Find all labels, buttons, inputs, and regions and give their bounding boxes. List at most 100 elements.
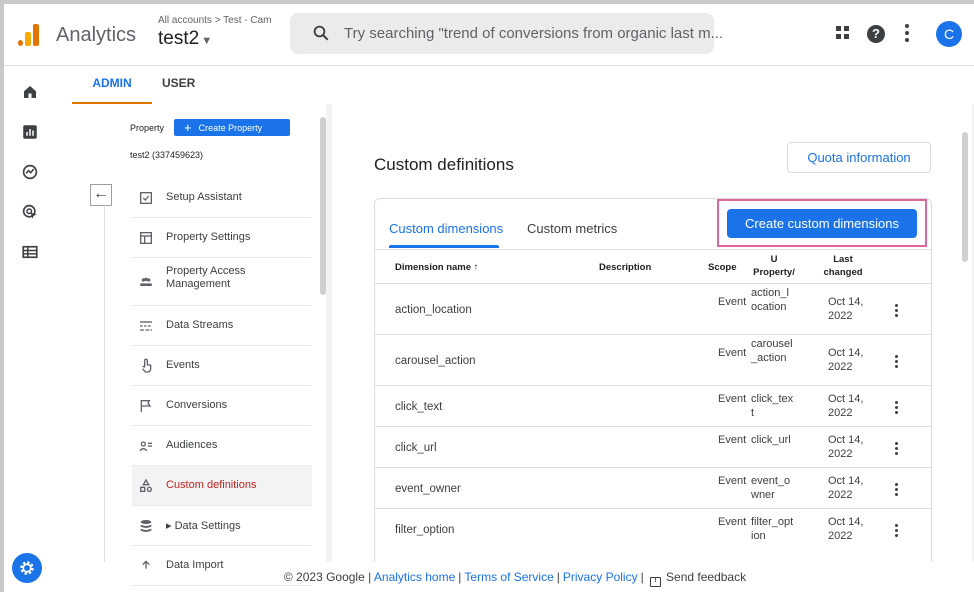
app-name: Analytics — [56, 24, 137, 46]
tab-custom-metrics[interactable]: Custom metrics — [527, 221, 617, 236]
nav-item-label: Audiences — [166, 439, 218, 451]
nav-item-events[interactable]: Events — [132, 346, 312, 386]
database-icon — [140, 520, 152, 532]
column-header-last-changed-line2: changed — [823, 267, 863, 278]
table-row[interactable]: click_url Event click_url Oct 14, 2022 — [375, 427, 931, 468]
apps-grid-icon[interactable] — [836, 26, 850, 40]
caret-down-icon: ▼ — [201, 35, 213, 47]
advertising-icon[interactable] — [21, 203, 39, 221]
dimension-parameter: filter_option — [751, 516, 794, 542]
dimension-last-changed: Oct 14, 2022 — [828, 296, 864, 322]
explore-icon[interactable] — [21, 163, 39, 181]
top-bar: Analytics All accounts > Test - Cam test… — [4, 4, 974, 66]
nav-item-setup-assistant[interactable]: Setup Assistant — [132, 178, 312, 218]
breadcrumb[interactable]: All accounts > Test - Cam — [158, 15, 271, 26]
row-more-icon[interactable] — [893, 355, 899, 370]
dimension-scope: Event — [718, 475, 747, 487]
left-rail — [4, 66, 56, 592]
send-feedback-link[interactable]: ! Send feedback — [650, 570, 747, 587]
footer-copyright: © 2023 Google | — [283, 570, 372, 584]
definitions-card: Custom dimensions Custom metrics Create … — [374, 198, 932, 562]
search-placeholder: Try searching "trend of conversions from… — [344, 25, 724, 42]
nav-item-custom-definitions[interactable]: Custom definitions — [132, 466, 312, 506]
create-custom-dimensions-button[interactable]: Create custom dimensions — [727, 209, 917, 238]
gear-icon — [20, 561, 34, 575]
configure-icon[interactable] — [21, 243, 39, 261]
property-label: Property — [130, 123, 165, 133]
dimension-name: click_url — [395, 442, 437, 454]
audiences-icon — [139, 441, 152, 452]
nav-item-data-settings[interactable]: ▸ Data Settings — [132, 506, 312, 546]
create-property-button[interactable]: + Create Property — [174, 119, 290, 136]
table-row[interactable]: action_location Event action_location Oc… — [375, 284, 931, 335]
table-row[interactable]: carousel_action Event carousel_action Oc… — [375, 335, 931, 386]
row-more-icon[interactable] — [893, 524, 899, 539]
dimension-name: click_text — [395, 401, 443, 413]
property-nav-panel: Property + Create Property test2 (3374596… — [72, 104, 326, 586]
dimension-last-changed: Oct 14, 2022 — [828, 393, 864, 419]
dimension-name: event_owner — [395, 483, 461, 495]
nav-item-audiences[interactable]: Audiences — [132, 426, 312, 466]
table-row[interactable]: click_text Event click_text Oct 14, 2022 — [375, 386, 931, 427]
dimension-name: action_location — [395, 304, 472, 316]
row-more-icon[interactable] — [893, 483, 899, 498]
admin-tabs: ADMIN USER — [72, 66, 974, 104]
nav-scrollbar[interactable] — [320, 117, 326, 295]
avatar[interactable]: C — [936, 21, 962, 47]
touch-icon — [142, 358, 152, 373]
create-property-label: Create Property — [198, 123, 263, 133]
tab-custom-dimensions[interactable]: Custom dimensions — [389, 221, 503, 236]
analytics-app: Analytics All accounts > Test - Cam test… — [4, 4, 974, 592]
account-name: test2 — [158, 28, 200, 49]
nav-item-property-settings[interactable]: Property Settings — [132, 218, 312, 258]
send-feedback-label: Send feedback — [666, 570, 747, 584]
column-header-name[interactable]: Dimension name ↑ — [395, 262, 478, 273]
account-selector[interactable]: test2 ▼ — [158, 28, 212, 50]
search-bar[interactable]: Try searching "trend of conversions from… — [290, 13, 723, 54]
nav-item-property-access-management[interactable]: Property Access Management — [132, 258, 312, 306]
nav-item-label: Data Streams — [166, 319, 234, 331]
column-header-last-changed[interactable]: Last changed — [821, 253, 865, 279]
column-header-description[interactable]: Description — [599, 262, 651, 273]
column-header-name-label: Dimension name — [395, 262, 472, 273]
property-id: test2 (337459623) — [130, 150, 204, 160]
home-icon[interactable] — [21, 83, 39, 101]
nav-item-label: Setup Assistant — [166, 191, 242, 203]
footer-link-analytics-home[interactable]: Analytics home — [374, 570, 455, 584]
nav-item-label: Conversions — [166, 399, 228, 411]
table-header: Dimension name ↑ Description Scope U Prop… — [375, 249, 931, 284]
row-more-icon[interactable] — [893, 304, 899, 319]
footer-link-terms[interactable]: Terms of Service — [464, 570, 553, 584]
table-row[interactable]: event_owner Event event_owner Oct 14, 20… — [375, 468, 931, 509]
column-header-parameter[interactable]: U Property/ — [751, 253, 797, 279]
admin-settings-button[interactable] — [12, 553, 42, 583]
search-icon — [313, 25, 329, 41]
nav-item-label: Events — [166, 359, 200, 371]
more-vert-icon[interactable] — [904, 24, 910, 44]
back-arrow-icon[interactable]: ← — [90, 184, 112, 206]
nav-item-data-streams[interactable]: Data Streams — [132, 306, 312, 346]
tab-user[interactable]: USER — [162, 66, 212, 104]
column-header-scope[interactable]: Scope — [708, 262, 737, 273]
nav-item-label: Property Access Management — [166, 265, 246, 290]
footer-link-privacy[interactable]: Privacy Policy — [563, 570, 638, 584]
footer: © 2023 Google | Analytics home | Terms of … — [56, 562, 974, 592]
dimension-name: filter_option — [395, 524, 455, 536]
quota-information-button[interactable]: Quota information — [787, 142, 931, 173]
table-row[interactable]: filter_option Event filter_option Oct 14… — [375, 509, 931, 550]
column-header-parameter-line2: Property/ — [753, 267, 795, 278]
property-settings-icon — [140, 232, 152, 244]
dimension-parameter: event_owner — [751, 475, 791, 501]
dimension-scope: Event — [718, 296, 747, 308]
main-scrollbar[interactable] — [962, 132, 968, 262]
data-streams-icon — [140, 321, 152, 331]
nav-item-conversions[interactable]: Conversions — [132, 386, 312, 426]
row-more-icon[interactable] — [893, 442, 899, 457]
tab-admin[interactable]: ADMIN — [72, 66, 152, 104]
dimension-last-changed: Oct 14, 2022 — [828, 475, 864, 501]
help-icon[interactable]: ? — [867, 25, 885, 43]
row-more-icon[interactable] — [893, 401, 899, 416]
column-header-last-changed-line1: Last — [833, 254, 853, 265]
analytics-logo-icon[interactable] — [18, 24, 40, 46]
reports-icon[interactable] — [21, 123, 39, 141]
